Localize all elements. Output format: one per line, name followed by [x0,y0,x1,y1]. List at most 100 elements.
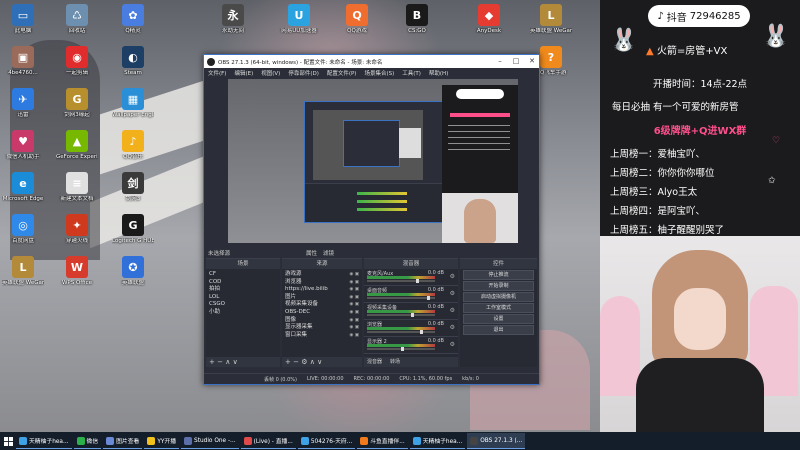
move-up-icon[interactable]: ∧ [310,358,315,366]
obs-titlebar[interactable]: OBS 27.1.3 (64-bit, windows) - 配置文件: 未命名… [204,55,539,68]
taskbar-item[interactable]: Studio One -... [181,433,239,449]
move-up-icon[interactable]: ∧ [225,358,230,366]
taskbar-item[interactable]: 图片查看 [103,433,143,449]
move-down-icon[interactable]: ∨ [233,358,238,366]
control-button[interactable]: 退出 [463,325,534,335]
control-button[interactable]: 开始录制 [463,281,534,291]
windows-start-icon[interactable] [0,432,16,450]
filters-button[interactable]: 滤镜 [323,249,334,257]
desktop-icon[interactable]: L 英雄联盟 WeGame版 [2,256,44,287]
control-button[interactable]: 设置 [463,314,534,324]
desktop-icon[interactable]: ◐ Steam [112,46,154,77]
minimize-icon[interactable]: – [493,55,507,68]
remove-source-icon[interactable]: − [293,358,299,366]
desktop-icon[interactable]: ▦ Wallpaper Engine [112,88,154,119]
eye-lock-icon[interactable]: ◉ ▣ [349,286,359,294]
taskbar-item[interactable]: YY开播 [144,433,180,449]
source-item[interactable]: 视频采集设备 ◉ ▣ [285,301,359,309]
taskbar-item[interactable]: 天精柚子hea... [16,433,72,449]
desktop-icon[interactable]: ≡ 新建文本文档 [56,172,98,203]
tab-transitions[interactable]: 转场 [390,357,400,367]
desktop-icon[interactable]: U 网易UU加速器 [278,4,320,35]
source-item[interactable]: 窗口采集 ◉ ▣ [285,332,359,340]
desktop-icon[interactable]: Q QQ游戏 [336,4,378,35]
scene-item[interactable]: CF [209,271,277,279]
desktop-icon[interactable]: W WPS Office [56,256,98,287]
desktop-icon[interactable]: ✪ 英雄联盟 [112,256,154,287]
gear-icon[interactable]: ⚙ [450,324,455,331]
source-item[interactable]: https://live.bilib ◉ ▣ [285,286,359,294]
source-item[interactable]: 游戏源 ◉ ▣ [285,271,359,279]
gear-icon[interactable]: ⚙ [450,307,455,314]
taskbar-item[interactable]: 天精柚子hea... [409,433,466,449]
eye-lock-icon[interactable]: ◉ ▣ [349,294,359,302]
eye-lock-icon[interactable]: ◉ ▣ [349,317,359,325]
control-button[interactable]: 停止推流 [463,270,534,280]
taskbar-item[interactable]: 斗鱼直播伴... [357,433,408,449]
source-item[interactable]: 浏览器 ◉ ▣ [285,279,359,287]
scene-item[interactable]: 小助 [209,309,277,317]
desktop-icon[interactable]: 剑剑网3 [112,172,154,203]
menu-item[interactable]: 配置文件(P) [327,69,357,77]
eye-lock-icon[interactable]: ◉ ▣ [349,324,359,332]
desktop-icon[interactable]: ▲ GeForce Experience [56,130,98,161]
eye-lock-icon[interactable]: ◉ ▣ [349,301,359,309]
menu-item[interactable]: 工具(T) [402,69,421,77]
fader-knob[interactable] [401,347,404,351]
desktop-icon[interactable]: G Logitech G HUB [112,214,154,245]
gear-icon[interactable]: ⚙ [450,290,455,297]
volume-fader[interactable] [367,296,435,300]
source-item[interactable]: 显示器采集 ◉ ▣ [285,324,359,332]
taskbar-item[interactable]: OBS 27.1.3 (... [467,433,526,449]
fader-knob[interactable] [415,279,419,283]
desktop-icon[interactable]: B CS:GO [396,4,438,35]
desktop-icon[interactable]: ◆ AnyDesk [468,4,510,35]
properties-button[interactable]: 属性 [306,249,317,257]
volume-fader[interactable] [367,330,435,334]
fader-knob[interactable] [420,330,424,334]
scene-item[interactable]: CSGO [209,301,277,309]
move-down-icon[interactable]: ∨ [317,358,322,366]
gear-icon[interactable]: ⚙ [450,273,455,280]
eye-lock-icon[interactable]: ◉ ▣ [349,279,359,287]
taskbar-item[interactable]: 微信 [73,433,102,449]
obs-window[interactable]: OBS 27.1.3 (64-bit, windows) - 配置文件: 未命名… [203,54,540,385]
menu-item[interactable]: 帮助(H) [429,69,448,77]
tab-mixer[interactable]: 混音器 [367,357,382,367]
eye-lock-icon[interactable]: ◉ ▣ [349,271,359,279]
fader-knob[interactable] [410,313,414,317]
desktop-icon[interactable]: ✦ 穿越火线 [56,214,98,245]
desktop-icon[interactable]: ♪ QQ音乐 [112,130,154,161]
desktop-icon[interactable]: G 剑网3缘起 [56,88,98,119]
eye-lock-icon[interactable]: ◉ ▣ [349,309,359,317]
desktop-icon[interactable]: ♺ 回收站 [56,4,98,35]
desktop-icon[interactable]: ♥ 微信人机助手 [2,130,44,161]
volume-fader[interactable] [367,313,435,317]
menu-item[interactable]: 场景集合(S) [364,69,394,77]
menu-item[interactable]: 编辑(E) [234,69,253,77]
obs-preview-canvas[interactable] [228,79,518,243]
scene-item[interactable]: 拍拍 [209,286,277,294]
control-button[interactable]: 启动虚拟摄像机 [463,292,534,302]
volume-fader[interactable] [367,347,435,351]
add-source-icon[interactable]: + [285,358,291,366]
desktop-icon[interactable]: L 英雄联盟 WeGame [530,4,572,35]
taskbar-item[interactable]: (Live) - 直播... [240,433,296,449]
volume-fader[interactable] [367,279,435,283]
desktop-icon[interactable]: e Microsoft Edge [2,172,44,203]
desktop-icon[interactable]: ◎ 百度网盘 [2,214,44,245]
fader-knob[interactable] [426,296,430,300]
close-icon[interactable]: ✕ [525,55,539,68]
desktop-icon[interactable]: ✿ Q精灵 [112,4,154,35]
gear-icon[interactable]: ⚙ [450,341,455,348]
gear-icon[interactable]: ⚙ [301,358,307,366]
desktop-icon[interactable]: ✈ 迅雷 [2,88,44,119]
desktop-icon[interactable]: 永永劫无间 [212,4,254,35]
remove-scene-icon[interactable]: − [217,358,223,366]
menu-item[interactable]: 视图(V) [261,69,280,77]
source-item[interactable]: OBS-DEC ◉ ▣ [285,309,359,317]
maximize-icon[interactable]: □ [509,55,523,68]
desktop-icon[interactable]: ▣ 4be4760... [2,46,44,77]
desktop-icon[interactable]: ▭ 此电脑 [2,4,44,35]
control-button[interactable]: 工作室模式 [463,303,534,313]
